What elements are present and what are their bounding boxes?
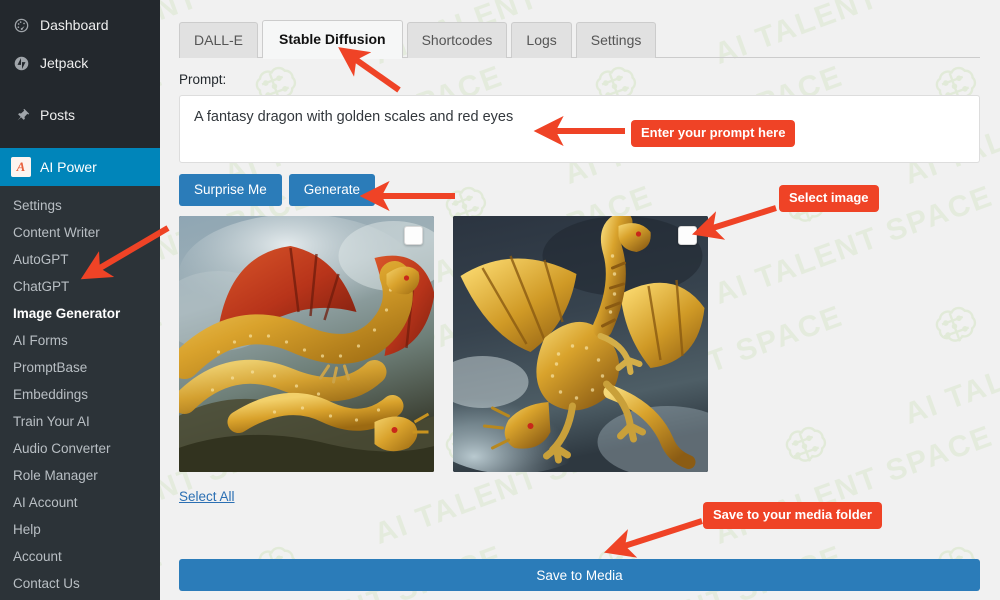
sidebar-subitem-audio-converter[interactable]: Audio Converter [0,435,160,462]
sidebar-submenu: Settings Content Writer AutoGPT ChatGPT Imag… [0,186,160,600]
sidebar-subitem-help[interactable]: Help [0,516,160,543]
sidebar-item-posts[interactable]: Posts [0,96,160,134]
generated-images-row [179,216,980,472]
sidebar-subitem-image-generator[interactable]: Image Generator [0,300,160,327]
generated-image-2[interactable] [453,216,708,472]
sidebar-subitem-role-manager[interactable]: Role Manager [0,462,160,489]
sidebar-subitem-autogpt[interactable]: AutoGPT [0,246,160,273]
image-select-checkbox[interactable] [404,226,423,245]
tab-settings[interactable]: Settings [575,22,657,58]
sidebar-subitem-promptbase[interactable]: PromptBase [0,354,160,381]
sidebar-subitem-contact-us[interactable]: Contact Us [0,570,160,597]
sidebar-item-label: AI Power [40,159,97,175]
sidebar-subitem-train-your-ai[interactable]: Train Your AI [0,408,160,435]
sidebar-subitem-ai-forms[interactable]: AI Forms [0,327,160,354]
select-all-link[interactable]: Select All [179,489,235,504]
tab-bar[interactable]: DALL-E Stable Diffusion Shortcodes Logs Sett… [179,0,980,59]
tab-dall-e[interactable]: DALL-E [179,22,259,58]
dragon-artwork-1 [179,216,434,472]
sidebar-subitem-settings[interactable]: Settings [0,192,160,219]
sidebar-item-ai-power[interactable]: A AI Power [0,148,160,186]
tab-stable-diffusion[interactable]: Stable Diffusion [262,20,403,59]
sidebar-subitem-chatgpt[interactable]: ChatGPT [0,273,160,300]
generate-button[interactable]: Generate [288,174,376,206]
dragon-artwork-2 [453,216,708,472]
save-to-media-button[interactable]: Save to Media [179,559,980,591]
sidebar-subitem-content-writer[interactable]: Content Writer [0,219,160,246]
tab-logs[interactable]: Logs [511,22,572,58]
ai-power-logo-icon: A [11,157,31,177]
generated-image-1[interactable] [179,216,434,472]
prompt-label: Prompt: [179,72,227,87]
tab-shortcodes[interactable]: Shortcodes [406,22,508,58]
sidebar-item-label: Jetpack [40,55,89,71]
wp-admin-sidebar[interactable]: Dashboard Jetpack Posts A AI Power Setti… [0,0,160,600]
sidebar-main-menu: Dashboard Jetpack Posts A AI Power [0,0,160,186]
sidebar-subitem-ai-account[interactable]: AI Account [0,489,160,516]
image-select-checkbox[interactable] [678,226,697,245]
main-content: DALL-E Stable Diffusion Shortcodes Logs Sett… [160,0,1000,600]
generation-button-row: Surprise Me Generate [179,174,980,206]
surprise-me-button[interactable]: Surprise Me [179,174,282,206]
sidebar-item-dashboard[interactable]: Dashboard [0,6,160,44]
prompt-input[interactable]: A fantasy dragon with golden scales and … [179,95,980,163]
sidebar-item-label: Posts [40,107,76,123]
jetpack-icon [11,53,31,73]
sidebar-subitem-account[interactable]: Account [0,543,160,570]
sidebar-item-label: Dashboard [40,17,109,33]
pin-icon [11,105,31,125]
sidebar-subitem-embeddings[interactable]: Embeddings [0,381,160,408]
sidebar-item-jetpack[interactable]: Jetpack [0,44,160,82]
ai-power-image-generator-screen: AI TALENT SPACEAI TALENT SPACEAI TALENT … [0,0,1000,600]
dashboard-icon [11,15,31,35]
